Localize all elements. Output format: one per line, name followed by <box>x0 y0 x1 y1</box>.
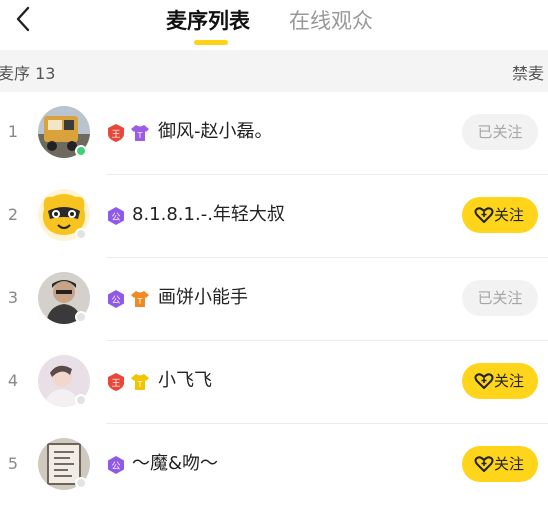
svg-text:公: 公 <box>111 461 120 472</box>
follow-button-label: 关注 <box>493 455 524 473</box>
follow-button-label: 关注 <box>493 372 524 390</box>
svg-text:T: T <box>137 297 143 306</box>
list-item[interactable]: 4 王 T 小飞飞 关注 <box>0 341 548 424</box>
followed-button[interactable]: 已关注 <box>462 114 538 150</box>
orange-shirt-icon: T <box>131 291 149 307</box>
svg-text:公: 公 <box>111 212 120 223</box>
tab-online-audience[interactable]: 在线观众 <box>289 8 373 34</box>
followed-button[interactable]: 已关注 <box>462 280 538 316</box>
follow-button-label: 关注 <box>493 206 524 224</box>
offline-status-dot <box>75 311 87 323</box>
king-shield-icon: 王 <box>108 124 124 142</box>
yellow-shirt-icon: T <box>131 374 149 390</box>
queue-count: 麦序 13 <box>0 64 56 83</box>
svg-text:T: T <box>137 131 143 140</box>
svg-text:王: 王 <box>111 378 120 389</box>
online-status-dot <box>75 145 87 157</box>
follow-button[interactable]: 关注 <box>462 197 538 233</box>
nickname: 御风-赵小磊。 <box>158 121 273 142</box>
heart-plus-icon <box>474 373 494 389</box>
svg-text:王: 王 <box>111 129 120 140</box>
svg-text:T: T <box>137 380 143 389</box>
queue-index: 4 <box>7 371 19 390</box>
nickname: 画饼小能手 <box>158 287 248 308</box>
guild-hexagon-icon: 公 <box>108 290 124 308</box>
nickname: 小飞飞 <box>158 370 212 391</box>
top-bar: 麦序列表 在线观众 <box>0 0 548 50</box>
list-item[interactable]: 1 王 T 御风-赵小磊。 已关注 <box>0 92 548 175</box>
guild-hexagon-icon: 公 <box>108 207 124 225</box>
offline-status-dot <box>75 394 87 406</box>
purple-shirt-icon: T <box>131 125 149 141</box>
king-shield-icon: 王 <box>108 373 124 391</box>
heart-plus-icon <box>474 207 494 223</box>
queue-index: 1 <box>7 122 19 141</box>
queue-index: 2 <box>7 205 19 224</box>
heart-plus-icon <box>474 456 494 472</box>
nickname: 8.1.8.1.-.年轻大叔 <box>132 204 285 225</box>
offline-status-dot <box>75 228 87 240</box>
tab-mic-queue[interactable]: 麦序列表 <box>166 8 250 34</box>
back-chevron-icon[interactable] <box>10 4 38 34</box>
list-item[interactable]: 3 公 T 画饼小能手 已关注 <box>0 258 548 341</box>
queue-index: 3 <box>7 288 19 307</box>
follow-button[interactable]: 关注 <box>462 363 538 399</box>
mute-all-button[interactable]: 禁麦 <box>512 60 544 84</box>
follow-button[interactable]: 关注 <box>462 446 538 482</box>
offline-status-dot <box>75 477 87 489</box>
nickname: ～魔&吻～ <box>132 453 219 474</box>
list-item[interactable]: 2 公 8.1.8.1.-.年轻大叔 关注 <box>0 175 548 258</box>
svg-text:公: 公 <box>111 295 120 306</box>
active-tab-indicator <box>194 40 228 45</box>
list-item[interactable]: 5 公 ～魔&吻～ 关注 <box>0 424 548 507</box>
guild-hexagon-icon: 公 <box>108 456 124 474</box>
queue-summary-bar: 麦序 13 禁麦 <box>0 50 548 92</box>
queue-index: 5 <box>7 454 19 473</box>
